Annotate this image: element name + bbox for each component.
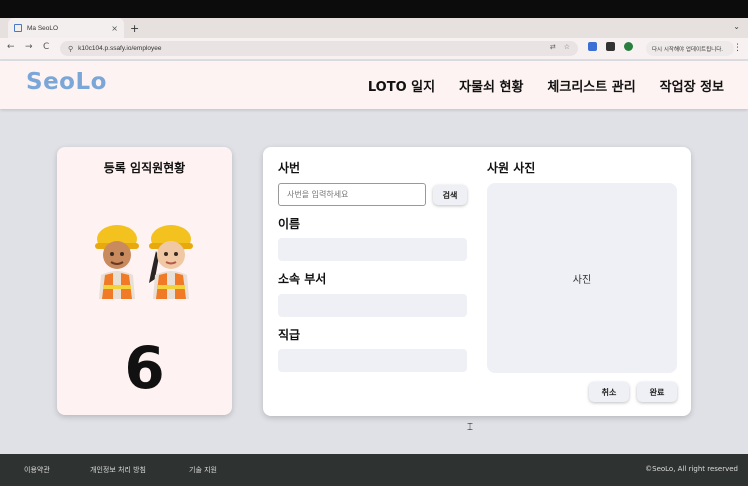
photo-placeholder-text: 사진 bbox=[572, 274, 592, 286]
employee-id-input[interactable] bbox=[278, 183, 426, 206]
new-tab-button[interactable]: + bbox=[130, 22, 139, 35]
bookmark-star-icon[interactable]: ☆ bbox=[564, 43, 570, 51]
position-field[interactable] bbox=[278, 349, 467, 372]
site-info-icon[interactable]: ⚲ bbox=[68, 45, 73, 53]
main-nav: LOTO 일지 자물쇠 현황 체크리스트 관리 작업장 정보 bbox=[368, 76, 724, 95]
tab-search-chevron-icon[interactable]: ⌄ bbox=[733, 22, 740, 31]
department-field[interactable] bbox=[278, 294, 467, 317]
close-icon[interactable]: × bbox=[111, 24, 118, 33]
employee-photo: 사진 bbox=[487, 183, 677, 373]
tab-title: Ma SeoLO bbox=[27, 24, 59, 32]
extension-shield-icon[interactable] bbox=[588, 42, 597, 51]
employee-form-card: 사번 검색 이름 소속 부서 직급 사원 사진 사진 취소 완료 bbox=[263, 147, 691, 416]
male-worker-icon bbox=[95, 225, 139, 299]
employee-summary-card: 등록 임직원현황 6 bbox=[57, 147, 232, 415]
done-button[interactable]: 완료 bbox=[637, 382, 677, 402]
profile-avatar-icon[interactable] bbox=[624, 42, 633, 51]
nav-lock-status[interactable]: 자물쇠 현황 bbox=[459, 76, 523, 95]
footer-terms-link[interactable]: 이용약관 bbox=[24, 465, 50, 475]
employee-count: 6 bbox=[124, 334, 165, 402]
url-text: k10c104.p.ssafy.io/employee bbox=[78, 45, 162, 52]
cancel-button[interactable]: 취소 bbox=[589, 382, 629, 402]
page-footer: 이용약관 개인정보 처리 방침 기술 지원 ©SeoLo, All right … bbox=[0, 454, 748, 486]
female-worker-icon bbox=[149, 225, 193, 299]
footer-support-link[interactable]: 기술 지원 bbox=[189, 465, 217, 475]
summary-title: 등록 임직원현황 bbox=[103, 161, 186, 175]
footer-privacy-link[interactable]: 개인정보 처리 방침 bbox=[90, 465, 146, 475]
workers-illustration bbox=[93, 217, 195, 299]
extensions-puzzle-icon[interactable] bbox=[606, 42, 615, 51]
name-label: 이름 bbox=[278, 217, 301, 231]
footer-copyright: ©SeoLo, All right reserved bbox=[645, 465, 738, 473]
window-titlebar bbox=[0, 0, 748, 20]
forward-button[interactable]: → bbox=[25, 42, 33, 52]
url-input[interactable]: ⚲ k10c104.p.ssafy.io/employee ⇄ ☆ bbox=[60, 41, 578, 56]
browser-tab[interactable]: Ma SeoLO × bbox=[8, 18, 124, 38]
name-field[interactable] bbox=[278, 238, 467, 261]
app-header: SeoLo LOTO 일지 자물쇠 현황 체크리스트 관리 작업장 정보 bbox=[0, 61, 748, 109]
update-restart-button[interactable]: 다시 시작해야 업데이트됩니다. bbox=[646, 41, 734, 56]
app-logo[interactable]: SeoLo bbox=[26, 69, 107, 95]
nav-workplace-info[interactable]: 작업장 정보 bbox=[660, 76, 724, 95]
translate-icon[interactable]: ⇄ bbox=[550, 43, 556, 51]
nav-loto-log[interactable]: LOTO 일지 bbox=[368, 76, 435, 95]
department-label: 소속 부서 bbox=[278, 272, 327, 286]
reload-button[interactable]: C bbox=[43, 42, 49, 52]
browser-menu-icon[interactable]: ⋮ bbox=[733, 43, 742, 53]
photo-label: 사원 사진 bbox=[487, 161, 536, 175]
mouse-cursor-icon: ⌶ bbox=[467, 422, 473, 433]
employee-id-label: 사번 bbox=[278, 161, 301, 175]
favicon-icon bbox=[14, 24, 22, 32]
nav-checklist[interactable]: 체크리스트 관리 bbox=[547, 76, 635, 95]
position-label: 직급 bbox=[278, 328, 301, 342]
back-button[interactable]: ← bbox=[7, 42, 15, 52]
search-button[interactable]: 검색 bbox=[433, 185, 467, 205]
